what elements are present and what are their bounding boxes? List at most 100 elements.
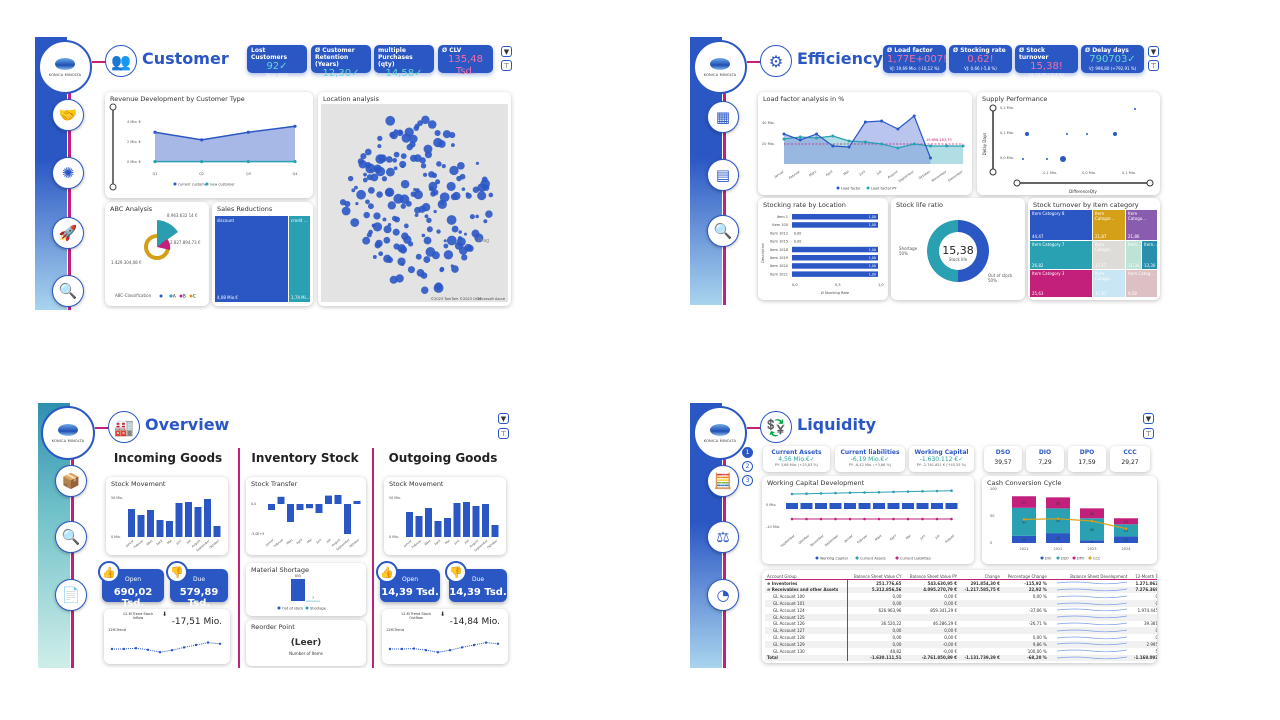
filter-icon[interactable]: ▼ (1148, 46, 1159, 57)
ratio-dso[interactable]: DSO 39,57 (984, 446, 1022, 472)
package-search-icon[interactable]: 🔍 (55, 521, 87, 553)
x-tick: Juni (453, 539, 461, 546)
treemap-tile[interactable]: Item Catego... 17,41 (1093, 270, 1125, 297)
table-cell: 0,00 % (1032, 594, 1047, 600)
table-row[interactable]: GL Account 125 (765, 613, 1157, 621)
kpi-load-factor[interactable]: Ø Load factor 1,77E+007! VJ: 19,69 Mio. (-… (883, 45, 947, 73)
trend-point (122, 647, 126, 651)
treemap-tile[interactable]: Item Categ... 9,58 (1126, 270, 1157, 297)
column-header[interactable]: 12-Month T (1129, 573, 1157, 581)
kpi-working-capital[interactable]: Working Capital -1.630.112 €✓ PY: -2.761.8… (909, 446, 974, 472)
column-header[interactable]: Balance Sheet Value CY (847, 573, 904, 581)
table-cell: -0,00 € (903, 640, 960, 648)
clear-filter-icon[interactable]: ⊤ (1148, 60, 1159, 71)
table-row[interactable]: GL Account 126 36.520,22 46.286,29 € -26,71… (765, 620, 1157, 628)
bar-value: 1,00 (869, 264, 876, 268)
kpi-clv[interactable]: Ø CLV 135,48 Tsd. (438, 45, 493, 77)
stock-life-donut: 15,38 Stock life Shortage 50% Out of sto… (899, 220, 1013, 283)
page-button-3[interactable]: 3 (742, 475, 753, 486)
kpi-multiple-purchases[interactable]: multiple Purchases (qty) 14,58✓ PY: 13,09 … (374, 45, 434, 85)
table-row[interactable]: GL Account 124 626.963,96 859.341,29 € -37,… (765, 606, 1157, 614)
package-box-icon[interactable]: 📦 (55, 465, 87, 497)
treemap-tile[interactable]: Item Category 7 26,82 (1030, 241, 1092, 269)
table-row[interactable]: GL Account 100 0,00 0,00 € 0,00 % 0 (765, 593, 1157, 601)
inventory-grid-icon[interactable]: ▤ (707, 159, 739, 191)
search-icon[interactable]: 🔍 (707, 215, 739, 247)
bar-value: 51 (1022, 520, 1026, 524)
table-row[interactable]: ⊖ Receivables and other Assets 5.312.856,… (765, 586, 1157, 594)
table-row[interactable]: GL Account 128 0,00 0,00 € 0,00 % 0 (765, 634, 1157, 641)
kpi-stocking-rate[interactable]: Ø Stocking rate 0,62! VJ: 0,66 (-5,8 %) (949, 45, 1012, 73)
table-cell: 291.854,30 € (970, 580, 1000, 586)
search-icon[interactable]: 🔍 (52, 275, 84, 307)
filter-icon[interactable]: ▼ (1143, 413, 1154, 424)
ratio-dio[interactable]: DIO 7,29 (1026, 446, 1064, 472)
kpi-lost-customers[interactable]: Lost Customers 92✓ Total: 1612 (247, 45, 307, 78)
page-button-2[interactable]: 2 (742, 461, 753, 472)
bar (792, 214, 878, 220)
table-row[interactable]: Total -1.630.111,51 -2.761.850,89 € -1.131.… (765, 654, 1157, 662)
page-button-1[interactable]: 1 (742, 447, 753, 458)
wc-bar (887, 503, 900, 509)
handshake-icon[interactable]: 🤝 (52, 99, 84, 131)
gauge-check-icon[interactable]: ◔ (707, 579, 739, 611)
column-header[interactable]: Account Group (765, 573, 848, 581)
tile-value: 21,86 (1128, 234, 1140, 239)
brand-logo[interactable]: KONICA MINOLTA (693, 40, 747, 94)
clear-filter-icon[interactable]: ⊤ (501, 60, 512, 71)
ratio-ccc[interactable]: CCC 29,27 (1110, 446, 1150, 472)
network-icon[interactable]: ✺ (52, 157, 84, 189)
treemap-tile[interactable]: Item... 13,30 (1142, 241, 1157, 269)
wc-bar (786, 503, 798, 509)
warehouse-shelves-icon[interactable]: ▦ (707, 101, 739, 133)
bar-label: Item 1015 (770, 240, 788, 244)
rocket-growth-icon[interactable]: 🚀 (52, 217, 84, 249)
liquidity-dashboard: KONICA MINOLTA 💱 Liquidity 1 2 3 🧮 ⚖ ◔ ▼… (690, 403, 1165, 668)
table-cell: -68,20 % (1001, 654, 1049, 662)
ratio-dpo[interactable]: DPO 17,59 (1068, 446, 1106, 472)
filter-icon[interactable]: ▼ (501, 46, 512, 57)
table-row[interactable]: GL Account 129 0,00 -0,00 € 9,86 % 2.995 (765, 640, 1157, 648)
table-row[interactable]: GL Account 101 0,00 0,00 € 0 (765, 600, 1157, 607)
filter-icon[interactable]: ▼ (498, 413, 509, 424)
location-bubble (481, 176, 488, 183)
document-icon[interactable]: 📄 (55, 579, 87, 611)
kpi-stock-turnover[interactable]: Ø Stock turnover 15,38! VJ: 15,75 (-2,4 %) (1015, 45, 1078, 78)
clear-filter-icon[interactable]: ⊤ (1143, 428, 1154, 439)
table-row[interactable]: GL Account 127 0,00 0,00 € 0 (765, 627, 1157, 635)
brand-logo[interactable]: KONICA MINOLTA (41, 406, 95, 460)
treemap-tile[interactable]: Item Category 3 25,63 (1030, 270, 1092, 297)
brand-logo[interactable]: KONICA MINOLTA (693, 406, 747, 460)
location-map[interactable]: Prag (318, 92, 511, 306)
area-current (155, 126, 295, 162)
treemap-tile[interactable]: Item Catego... 21,86 (1126, 210, 1157, 240)
table-row[interactable]: GL Account 130 48,82 -0,00 € 100,00 % 5 (765, 647, 1157, 655)
x-tick: Januar (773, 169, 785, 179)
kpi-value: 790703✓ (1089, 54, 1136, 65)
trend-point (206, 641, 210, 644)
tile-discount[interactable]: discount 4,08 Mio.€ (215, 216, 288, 302)
kpi-retention[interactable]: Ø Customer Retention (Years) 12,30✓ PY: 11… (311, 45, 371, 85)
treemap-tile[interactable]: Item Category 8 44,47 (1030, 210, 1092, 240)
kpi-delay-days[interactable]: Ø Delay days 790703✓ VJ: 996,80 (+792,91 %… (1081, 45, 1144, 73)
tile-label: Item Categ... (1128, 271, 1155, 276)
column-header[interactable]: Balance Sheet Development (1048, 573, 1130, 581)
treemap-tile[interactable]: Item Categor... 21,87 (1093, 210, 1125, 240)
clear-filter-icon[interactable]: ⊤ (498, 428, 509, 439)
abc-card: ABC Analysis 8.963.632 14 € 2.827.894,73… (105, 202, 209, 306)
column-header[interactable]: Change (959, 573, 1002, 581)
treemap-tile[interactable]: Item Catego... 17,17 (1093, 241, 1125, 269)
balance-scale-icon[interactable]: ⚖ (707, 521, 739, 553)
tile-credit[interactable]: credit ... 1,74 Mi... (289, 216, 310, 302)
brand-logo[interactable]: KONICA MINOLTA (38, 40, 92, 94)
kpi-current-assets[interactable]: Current Assets 4,56 Mio.€✓ PY: 3,68 Mio. (… (763, 446, 830, 472)
finance-report-icon[interactable]: 🧮 (707, 465, 739, 497)
kpi-current-liabilities[interactable]: Current liabilities -6,19 Mio.€✓ PY: -6,42… (835, 446, 905, 472)
column-header[interactable]: Balance Sheet Value PY (903, 573, 960, 581)
table-row[interactable]: ⊕ Inventories 251.776,65 543.630,95 € 291.8… (765, 579, 1157, 587)
column-header[interactable]: Percentage Change (1001, 573, 1049, 581)
treemap-tile[interactable]: Item... 11,34 (1126, 241, 1141, 269)
data-point (961, 144, 965, 148)
location-bubble (403, 223, 409, 229)
pct-shortage: 50% (899, 251, 908, 256)
